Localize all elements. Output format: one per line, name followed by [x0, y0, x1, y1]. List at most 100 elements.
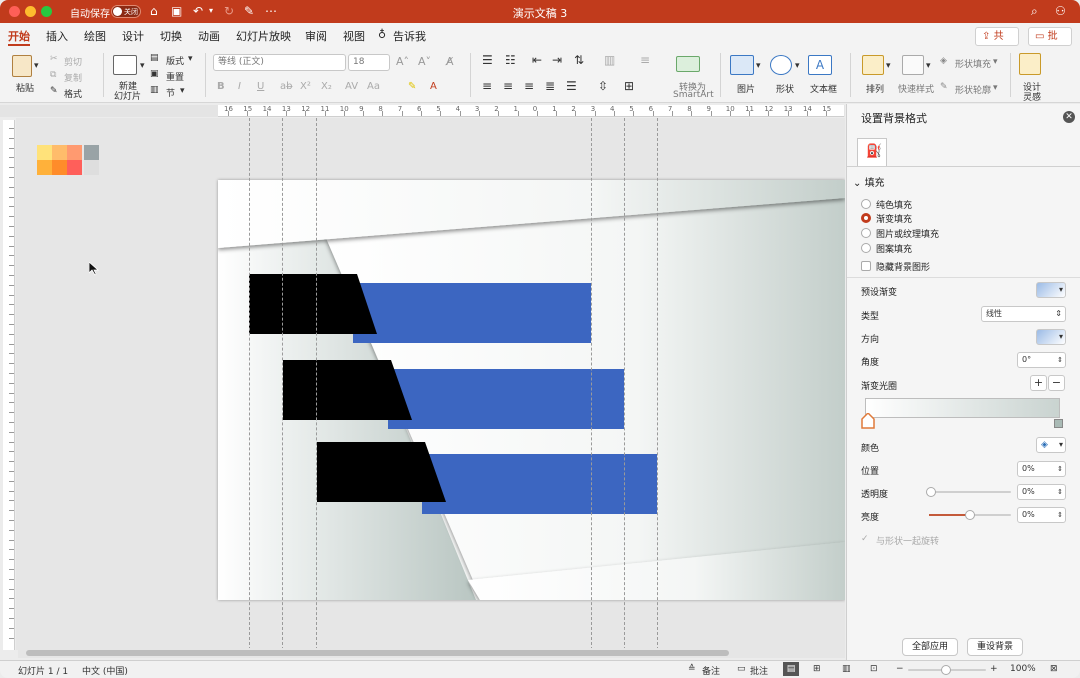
quick-style-label[interactable]: 快速样式 [898, 82, 934, 95]
stepper-icon[interactable]: ⇕ [1057, 508, 1063, 522]
quick-style-icon[interactable] [902, 55, 924, 75]
arrange-icon[interactable] [862, 55, 884, 75]
tab-home[interactable]: 开始 [8, 28, 30, 44]
rotate-checkmark-icon[interactable]: ✓ [861, 534, 869, 544]
new-slide-label-2[interactable]: 幻灯片 [114, 89, 141, 102]
italic-icon[interactable]: I [238, 81, 241, 92]
brightness-input[interactable]: 0% ⇕ [1017, 507, 1066, 523]
designer-icon[interactable] [1019, 53, 1041, 75]
shape-dropdown-icon[interactable]: ▾ [795, 61, 800, 71]
line-spacing-icon[interactable]: ≡ [640, 53, 650, 67]
paste-dropdown-icon[interactable]: ▾ [34, 61, 39, 71]
slideshow-icon[interactable]: ⊡ [870, 664, 878, 674]
layout-button[interactable]: 版式 [166, 54, 184, 67]
picture-label[interactable]: 图片 [737, 82, 755, 95]
align-left-icon[interactable]: ≡ [482, 79, 492, 93]
slide-canvas[interactable] [16, 118, 845, 650]
stepper-icon[interactable]: ⇕ [1057, 485, 1063, 499]
close-pane-icon[interactable]: ✕ [1063, 111, 1075, 123]
vertical-ruler[interactable] [3, 120, 15, 650]
tab-slideshow[interactable]: 幻灯片放映 [236, 28, 291, 44]
align-text-icon[interactable]: ⇳ [598, 79, 608, 93]
horizontal-ruler[interactable]: 16 15 14 13 12 11 10 9 8 7 6 5 4 3 2 1 0 1 2 3 4 5 6 7 8 9 10 11 12 1… [218, 105, 844, 117]
tab-insert[interactable]: 插入 [46, 28, 68, 44]
fill-section-header[interactable]: ⌄ 填充 [853, 174, 885, 189]
quick-style-dropdown-icon[interactable]: ▾ [926, 61, 931, 71]
undo-dropdown-icon[interactable]: ▾ [209, 4, 213, 18]
blue-bar-3[interactable] [422, 454, 657, 514]
arrange-dropdown-icon[interactable]: ▾ [886, 61, 891, 71]
position-input[interactable]: 0% ⇕ [1017, 461, 1066, 477]
arrange-label[interactable]: 排列 [866, 82, 884, 95]
brightness-knob[interactable] [965, 510, 975, 520]
align-center-icon[interactable]: ≡ [503, 79, 513, 93]
layout-dropdown-icon[interactable]: ▾ [188, 54, 193, 64]
zoom-level[interactable]: 100% [1010, 664, 1036, 674]
guide-line[interactable] [249, 118, 250, 650]
guide-line[interactable] [591, 118, 592, 650]
char-spacing-icon[interactable]: AV [345, 81, 358, 92]
radio-gradient-fill[interactable] [861, 213, 871, 223]
radio-pattern-fill[interactable] [861, 243, 871, 253]
designer-label-2[interactable]: 灵感 [1023, 90, 1041, 103]
radio-picture-fill[interactable] [861, 228, 871, 238]
text-box-align-icon[interactable]: ⊞ [624, 79, 634, 93]
horizontal-scrollbar[interactable] [18, 648, 845, 658]
comments-status-button[interactable]: 批注 [750, 664, 768, 677]
reset-background-button[interactable]: 重设背景 [967, 638, 1023, 656]
reading-view-icon[interactable]: ▥ [842, 664, 851, 674]
apply-all-button[interactable]: 全部应用 [902, 638, 958, 656]
tab-draw[interactable]: 绘图 [84, 28, 106, 44]
blue-bar-1[interactable] [353, 283, 591, 343]
increase-font-icon[interactable]: A˄ [396, 55, 409, 68]
type-select[interactable]: 线性 ⇕ [981, 306, 1066, 322]
section-button[interactable]: 节 [166, 86, 175, 99]
tell-me[interactable]: 告诉我 [393, 28, 426, 44]
transparency-input[interactable]: 0% ⇕ [1017, 484, 1066, 500]
transparency-slider[interactable] [929, 491, 1011, 493]
shape-outline-button[interactable]: 形状轮廓 [955, 83, 991, 96]
paste-icon[interactable] [12, 55, 32, 77]
home-icon[interactable]: ⌂ [150, 4, 158, 18]
tab-animations[interactable]: 动画 [198, 28, 220, 44]
picture-icon[interactable] [730, 55, 754, 75]
align-right-icon[interactable]: ≡ [524, 79, 534, 93]
tab-transitions[interactable]: 切换 [160, 28, 182, 44]
notes-button[interactable]: 备注 [702, 664, 720, 677]
stepper-icon[interactable]: ⇕ [1057, 353, 1063, 367]
underline-icon[interactable]: U [257, 81, 264, 92]
picture-dropdown-icon[interactable]: ▾ [756, 61, 761, 71]
cut-button[interactable]: 剪切 [64, 55, 82, 68]
justify-icon[interactable]: ≣ [545, 79, 555, 93]
shape-icon[interactable] [770, 55, 792, 75]
bold-icon[interactable]: B [217, 81, 225, 92]
shape-fill-button[interactable]: 形状填充 [955, 57, 991, 70]
font-name-field[interactable]: 等线 (正文) [213, 54, 346, 71]
font-color-icon[interactable]: A [430, 81, 437, 92]
distribute-icon[interactable]: ☰ [566, 79, 577, 93]
gradient-stop-end[interactable] [1054, 419, 1063, 428]
slide-sorter-icon[interactable]: ⊞ [813, 664, 821, 674]
hide-bg-checkbox[interactable] [861, 261, 871, 271]
fill-tab[interactable]: ⛽ [857, 138, 887, 166]
textbox-icon[interactable]: A [808, 55, 832, 75]
scrollbar-thumb[interactable] [26, 650, 729, 656]
columns-icon[interactable]: ▥ [604, 53, 615, 67]
minimize-window-button[interactable] [25, 6, 36, 17]
slide[interactable] [218, 180, 845, 600]
font-size-field[interactable]: 18 [348, 54, 390, 71]
zoom-out-icon[interactable]: − [896, 664, 904, 674]
fit-window-icon[interactable]: ⊠ [1050, 664, 1058, 674]
copy-button[interactable]: 复制 [64, 71, 82, 84]
guide-line[interactable] [282, 118, 283, 650]
more-icon[interactable]: ⋯ [265, 4, 277, 18]
zoom-knob[interactable] [941, 665, 951, 675]
paste-label[interactable]: 粘贴 [16, 81, 34, 94]
clear-format-icon[interactable]: A̸ [446, 55, 454, 68]
direction-button[interactable]: ▾ [1036, 329, 1066, 345]
stepper-icon[interactable]: ⇕ [1057, 462, 1063, 476]
new-slide-icon[interactable] [113, 55, 137, 75]
normal-view-icon[interactable]: ▤ [783, 662, 799, 676]
search-icon[interactable]: ⌕ [1031, 4, 1038, 19]
save-icon[interactable]: ▣ [171, 4, 182, 18]
